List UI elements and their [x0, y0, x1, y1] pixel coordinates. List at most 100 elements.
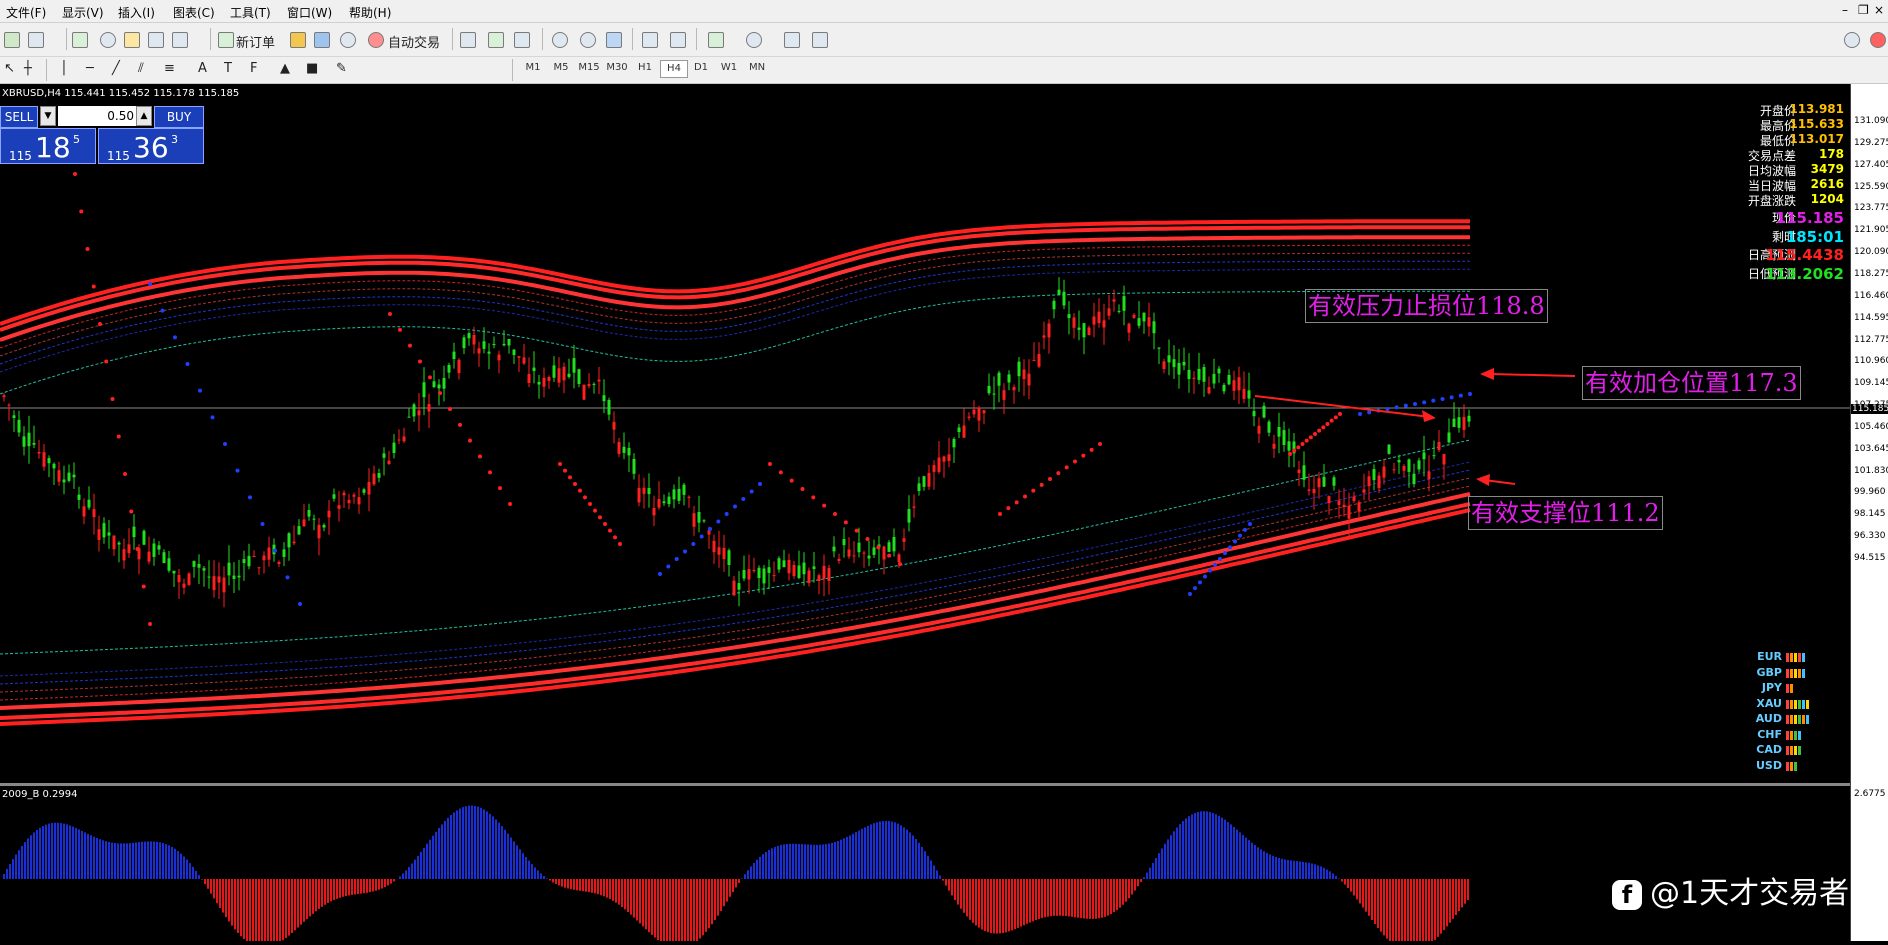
terminal-icon[interactable]	[148, 32, 164, 48]
menu-chart[interactable]: 图表(C)	[173, 4, 215, 21]
search-icon[interactable]	[1844, 32, 1860, 48]
bar-chart-icon[interactable]	[460, 32, 476, 48]
channel-icon[interactable]: ⫽	[138, 61, 144, 76]
close-icon[interactable]: ×	[1874, 3, 1884, 17]
upper-band-line	[0, 235, 1470, 342]
currency-strength-bars	[1786, 730, 1822, 740]
fractal-icon[interactable]: F	[250, 61, 257, 76]
navigator-icon[interactable]	[124, 32, 140, 48]
menu-tools[interactable]: 工具(T)	[230, 4, 271, 21]
notifications-icon[interactable]	[1870, 32, 1886, 48]
timeframe-m30[interactable]: M30	[604, 62, 630, 73]
radio-icon[interactable]	[340, 32, 356, 48]
market-watch-icon[interactable]	[72, 32, 88, 48]
text-label-icon[interactable]: T	[224, 61, 232, 76]
candlestick-icon[interactable]	[488, 32, 504, 48]
restore-icon[interactable]: ❐	[1858, 3, 1869, 17]
annotation-resistance: 有效压力止损位118.8	[1305, 289, 1548, 323]
candle-body	[252, 556, 256, 557]
histogram-bar	[345, 879, 347, 897]
shapes-menu-icon[interactable]: ✎	[336, 61, 347, 76]
lot-input[interactable]: 0.50	[58, 106, 136, 126]
timeframe-m5[interactable]: M5	[548, 62, 574, 73]
histogram-bar	[63, 823, 65, 879]
horizontal-line-icon[interactable]: ─	[86, 61, 94, 76]
cursor-icon[interactable]: ↖	[4, 61, 15, 76]
sell-button[interactable]: SELL	[0, 106, 38, 128]
crosshair-tool-icon[interactable]: ┼	[24, 61, 32, 76]
text-icon[interactable]: A	[198, 61, 207, 76]
menu-window[interactable]: 窗口(W)	[287, 4, 332, 21]
buy-quote[interactable]: 115 36 3	[98, 128, 204, 164]
zoom-in-icon[interactable]	[552, 32, 568, 48]
timeframe-h4[interactable]: H4	[660, 60, 688, 78]
histogram-bar	[816, 844, 818, 879]
trendline-icon[interactable]: ╱	[112, 61, 120, 76]
histogram-bar	[924, 851, 926, 879]
histogram-bar	[717, 879, 719, 916]
timeframe-mn[interactable]: MN	[744, 62, 770, 73]
histogram-bar	[864, 827, 866, 879]
vertical-line-icon[interactable]: │	[60, 61, 68, 76]
menu-view[interactable]: 显示(V)	[62, 4, 104, 21]
tester-icon[interactable]	[172, 32, 188, 48]
line-chart-icon[interactable]	[514, 32, 530, 48]
rectangle-icon[interactable]: ■	[306, 61, 318, 76]
histogram-bar	[1194, 813, 1196, 879]
trail-dot	[573, 482, 577, 486]
currency-row: CAD	[1750, 743, 1830, 758]
fibonacci-icon[interactable]: ≡	[164, 61, 175, 76]
timeframe-d1[interactable]: D1	[688, 62, 714, 73]
histogram-bar	[540, 873, 542, 879]
histogram-bar	[987, 879, 989, 933]
periods-icon[interactable]	[746, 32, 762, 48]
zoom-out-icon[interactable]	[580, 32, 596, 48]
price-chart[interactable]	[0, 84, 1850, 783]
timeframe-m1[interactable]: M1	[520, 62, 546, 73]
templates-icon[interactable]	[784, 32, 800, 48]
candle-body	[1327, 496, 1331, 504]
minimize-icon[interactable]: –	[1842, 3, 1848, 17]
crosshair-icon[interactable]	[100, 32, 116, 48]
profiles-icon[interactable]	[28, 32, 44, 48]
indicators-icon[interactable]	[708, 32, 724, 48]
tile-windows-icon[interactable]	[606, 32, 622, 48]
menu-insert[interactable]: 插入(I)	[118, 4, 155, 21]
histogram-bar	[1206, 811, 1208, 879]
histogram-bar	[336, 879, 338, 899]
candle-body	[772, 575, 776, 577]
histogram-bar	[576, 879, 578, 891]
candle-body	[1102, 320, 1106, 328]
menu-file[interactable]: 文件(F)	[6, 4, 46, 21]
lot-decrease-arrow[interactable]: ▼	[40, 106, 56, 126]
candle-body	[287, 533, 291, 548]
new-chart-icon[interactable]	[4, 32, 20, 48]
autoscroll-icon[interactable]	[642, 32, 658, 48]
arrow-up-icon[interactable]: ▲	[280, 61, 290, 76]
separator	[210, 28, 211, 50]
histogram-bar	[1245, 837, 1247, 879]
price-axis[interactable]: 131.090 129.275 127.405 125.590 123.775 121.9…	[1850, 84, 1888, 941]
new-order-button[interactable]: 新订单	[236, 32, 275, 51]
lot-increase-arrow[interactable]: ▲	[136, 106, 152, 126]
histogram-bar	[171, 846, 173, 879]
timeframe-w1[interactable]: W1	[716, 62, 742, 73]
chart-shift-icon[interactable]	[670, 32, 686, 48]
menu-help[interactable]: 帮助(H)	[349, 4, 391, 21]
candle-body	[652, 508, 656, 516]
new-order-icon[interactable]	[218, 32, 234, 48]
sell-quote[interactable]: 115 18 5	[0, 128, 96, 164]
buy-button[interactable]: BUY	[154, 106, 204, 128]
strength-bar	[1798, 715, 1801, 724]
timeframe-m15[interactable]: M15	[576, 62, 602, 73]
metaeditor-icon[interactable]	[290, 32, 306, 48]
timeframe-h1[interactable]: H1	[632, 62, 658, 73]
candle-body	[1202, 367, 1206, 382]
oscillator-window[interactable]	[0, 786, 1850, 945]
trail-dot	[448, 407, 452, 411]
histogram-bar	[318, 879, 320, 909]
chart-template-icon[interactable]	[812, 32, 828, 48]
auto-trade-icon[interactable]	[368, 32, 384, 48]
signals-icon[interactable]	[314, 32, 330, 48]
auto-trade-button[interactable]: 自动交易	[388, 32, 440, 51]
